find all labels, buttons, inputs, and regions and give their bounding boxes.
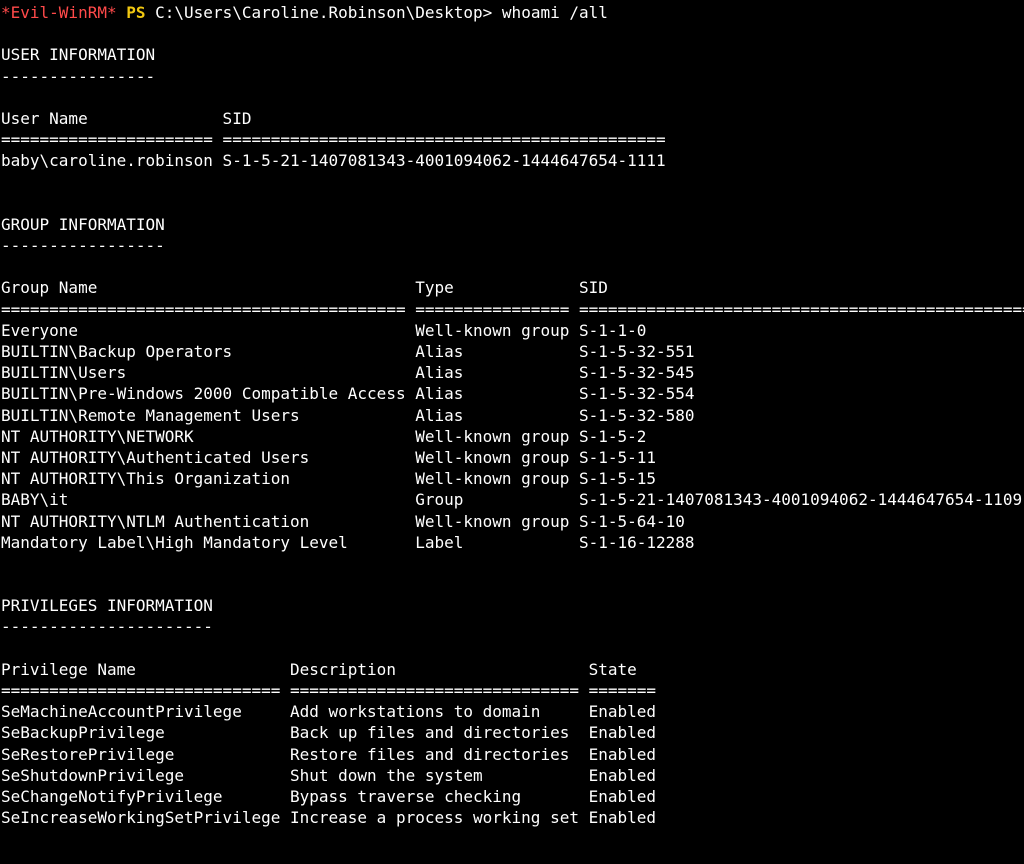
group-table-row: BUILTIN\Pre-Windows 2000 Compatible Acce… [1,384,695,404]
privileges-table-row: SeShutdownPrivilege Shut down the system… [1,765,657,785]
terminal-window[interactable]: *Evil-WinRM* PS C:\Users\Caroline.Robins… [0,0,1024,864]
privileges-section-title: PRIVILEGES INFORMATION [1,596,213,616]
prompt-command: C:\Users\Caroline.Robinson\Desktop> whoa… [155,3,608,22]
privileges-section-underline: ---------------------- [1,617,213,637]
prompt-tag: *Evil-WinRM* [1,3,117,22]
group-table-row: NT AUTHORITY\Authenticated Users Well-kn… [1,447,657,467]
privileges-table-header: Privilege Name Description State [1,659,637,679]
group-table-row: NT AUTHORITY\NETWORK Well-known group S-… [1,426,647,446]
group-table-row: Everyone Well-known group S-1-1-0 [1,320,647,340]
privileges-table-row: SeMachineAccountPrivilege Add workstatio… [1,702,657,722]
prompt-line: *Evil-WinRM* PS C:\Users\Caroline.Robins… [1,2,1024,23]
group-table-row: NT AUTHORITY\NTLM Authentication Well-kn… [1,511,685,531]
user-table-row: baby\caroline.robinson S-1-5-21-14070813… [1,151,666,171]
privileges-table-separator: ============================= ==========… [1,681,657,700]
user-table-separator: ====================== =================… [1,130,666,150]
privileges-table-row: SeBackupPrivilege Back up files and dire… [1,723,657,743]
group-section-title: GROUP INFORMATION [1,214,165,234]
group-section-underline: ----------------- [1,236,165,256]
privileges-table-row: SeRestorePrivilege Restore files and dir… [1,744,657,764]
group-table-header: Group Name Type SID [1,278,608,298]
group-table-row: BUILTIN\Users Alias S-1-5-32-545 [1,363,695,383]
group-table-row: NT AUTHORITY\This Organization Well-know… [1,469,657,489]
user-table-header: User Name SID [1,108,252,128]
user-section-underline: ---------------- [1,66,156,86]
group-table-row: BABY\it Group S-1-5-21-1407081343-400109… [1,490,1023,510]
privileges-table-row: SeIncreaseWorkingSetPrivilege Increase a… [1,808,657,828]
privileges-table-row: SeChangeNotifyPrivilege Bypass traverse … [1,786,657,806]
group-table-row: BUILTIN\Backup Operators Alias S-1-5-32-… [1,342,695,361]
group-table-row: Mandatory Label\High Mandatory Level Lab… [1,532,695,552]
prompt-shell: PS [126,3,146,22]
group-table-separator: ========================================… [1,299,1024,319]
user-section-title: USER INFORMATION [1,45,156,65]
group-table-row: BUILTIN\Remote Management Users Alias S-… [1,405,695,425]
